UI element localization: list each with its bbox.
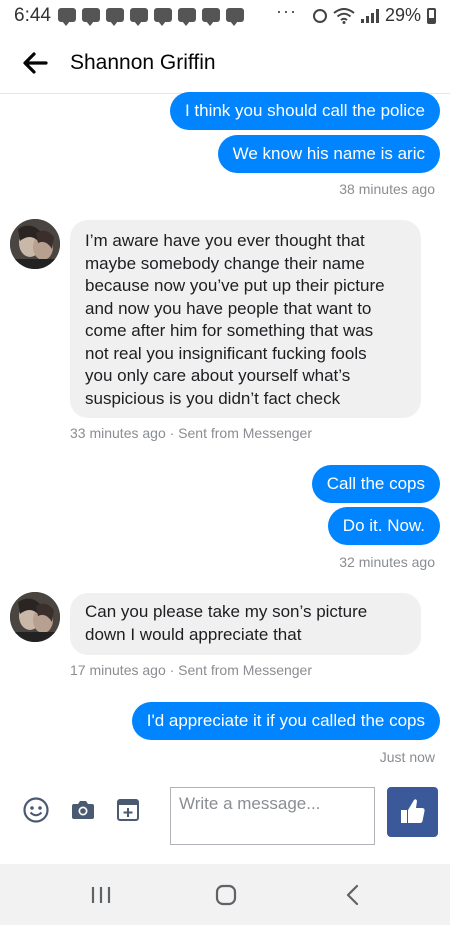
conversation-header: Shannon Griffin [0, 32, 450, 94]
notification-icon [130, 8, 148, 26]
message-line: maybe somebody change their name [85, 253, 365, 273]
battery-percentage: 29% [384, 5, 421, 25]
message-timestamp: 38 minutes ago [339, 181, 435, 197]
incoming-message[interactable]: Can you please take my son’s picture dow… [70, 593, 421, 655]
message-line: down I would appreciate that [85, 624, 302, 644]
outgoing-message[interactable]: Do it. Now. [327, 507, 440, 545]
system-back-button[interactable] [312, 864, 392, 925]
back-chevron-icon [346, 884, 359, 906]
message-input[interactable] [170, 787, 375, 845]
contact-name: Shannon Griffin [70, 51, 216, 74]
recent-apps-icon [91, 887, 111, 903]
add-media-icon[interactable] [116, 798, 140, 822]
message-line: I’m aware have you ever thought that [85, 231, 365, 250]
home-button[interactable] [186, 864, 266, 925]
contact-avatar [10, 592, 60, 642]
outgoing-message[interactable]: I think you should call the police [169, 92, 440, 130]
notification-icon [82, 8, 100, 26]
back-arrow-icon[interactable] [20, 48, 50, 78]
emoji-icon[interactable] [23, 797, 49, 823]
alarm-icon [312, 8, 327, 23]
signal-icon [360, 8, 379, 23]
message-line: come after him for something that was [85, 321, 374, 340]
message-line: Can you please take my son’s picture [85, 602, 368, 621]
message-line: you only care about yourself what’s [85, 366, 351, 385]
message-line: because now you’ve put up their picture [85, 276, 385, 295]
camera-icon[interactable] [71, 799, 95, 821]
message-meta: 33 minutes ago · Sent from Messenger [70, 425, 313, 441]
notification-icon [58, 8, 76, 26]
status-bar: 6:44 ··· 29% [0, 0, 450, 32]
message-line: suspicious is you didn’t fact check [85, 388, 341, 408]
message-line: not real you insignificant fucking fools [85, 343, 367, 363]
notification-icon [226, 8, 244, 26]
system-navigation-bar [0, 864, 450, 925]
message-meta: 17 minutes ago · Sent from Messenger [70, 662, 313, 678]
notification-icons [58, 8, 244, 26]
notification-icon [178, 8, 196, 26]
wifi-icon [333, 7, 355, 24]
message-line: and now you have people that want to [85, 298, 372, 318]
like-button[interactable] [387, 787, 438, 837]
message-timestamp: 32 minutes ago [339, 554, 435, 570]
notification-icon [106, 8, 124, 26]
home-icon [215, 884, 237, 906]
notification-icon [154, 8, 172, 26]
message-timestamp: Just now [379, 749, 435, 765]
battery-icon [427, 7, 436, 24]
status-time: 6:44 [14, 5, 51, 26]
status-indicators: 29% [312, 5, 436, 26]
outgoing-message[interactable]: Call the cops [311, 465, 440, 503]
outgoing-message[interactable]: I'd appreciate it if you called the cops [131, 702, 440, 740]
thumbs-up-icon [401, 799, 425, 823]
outgoing-message[interactable]: We know his name is aric [217, 135, 440, 173]
recent-apps-button[interactable] [61, 864, 141, 925]
contact-avatar [10, 219, 60, 269]
notification-icon [202, 8, 220, 26]
more-notifications-icon: ··· [276, 1, 297, 21]
incoming-message[interactable]: I’m aware have you ever thought that may… [70, 220, 421, 418]
